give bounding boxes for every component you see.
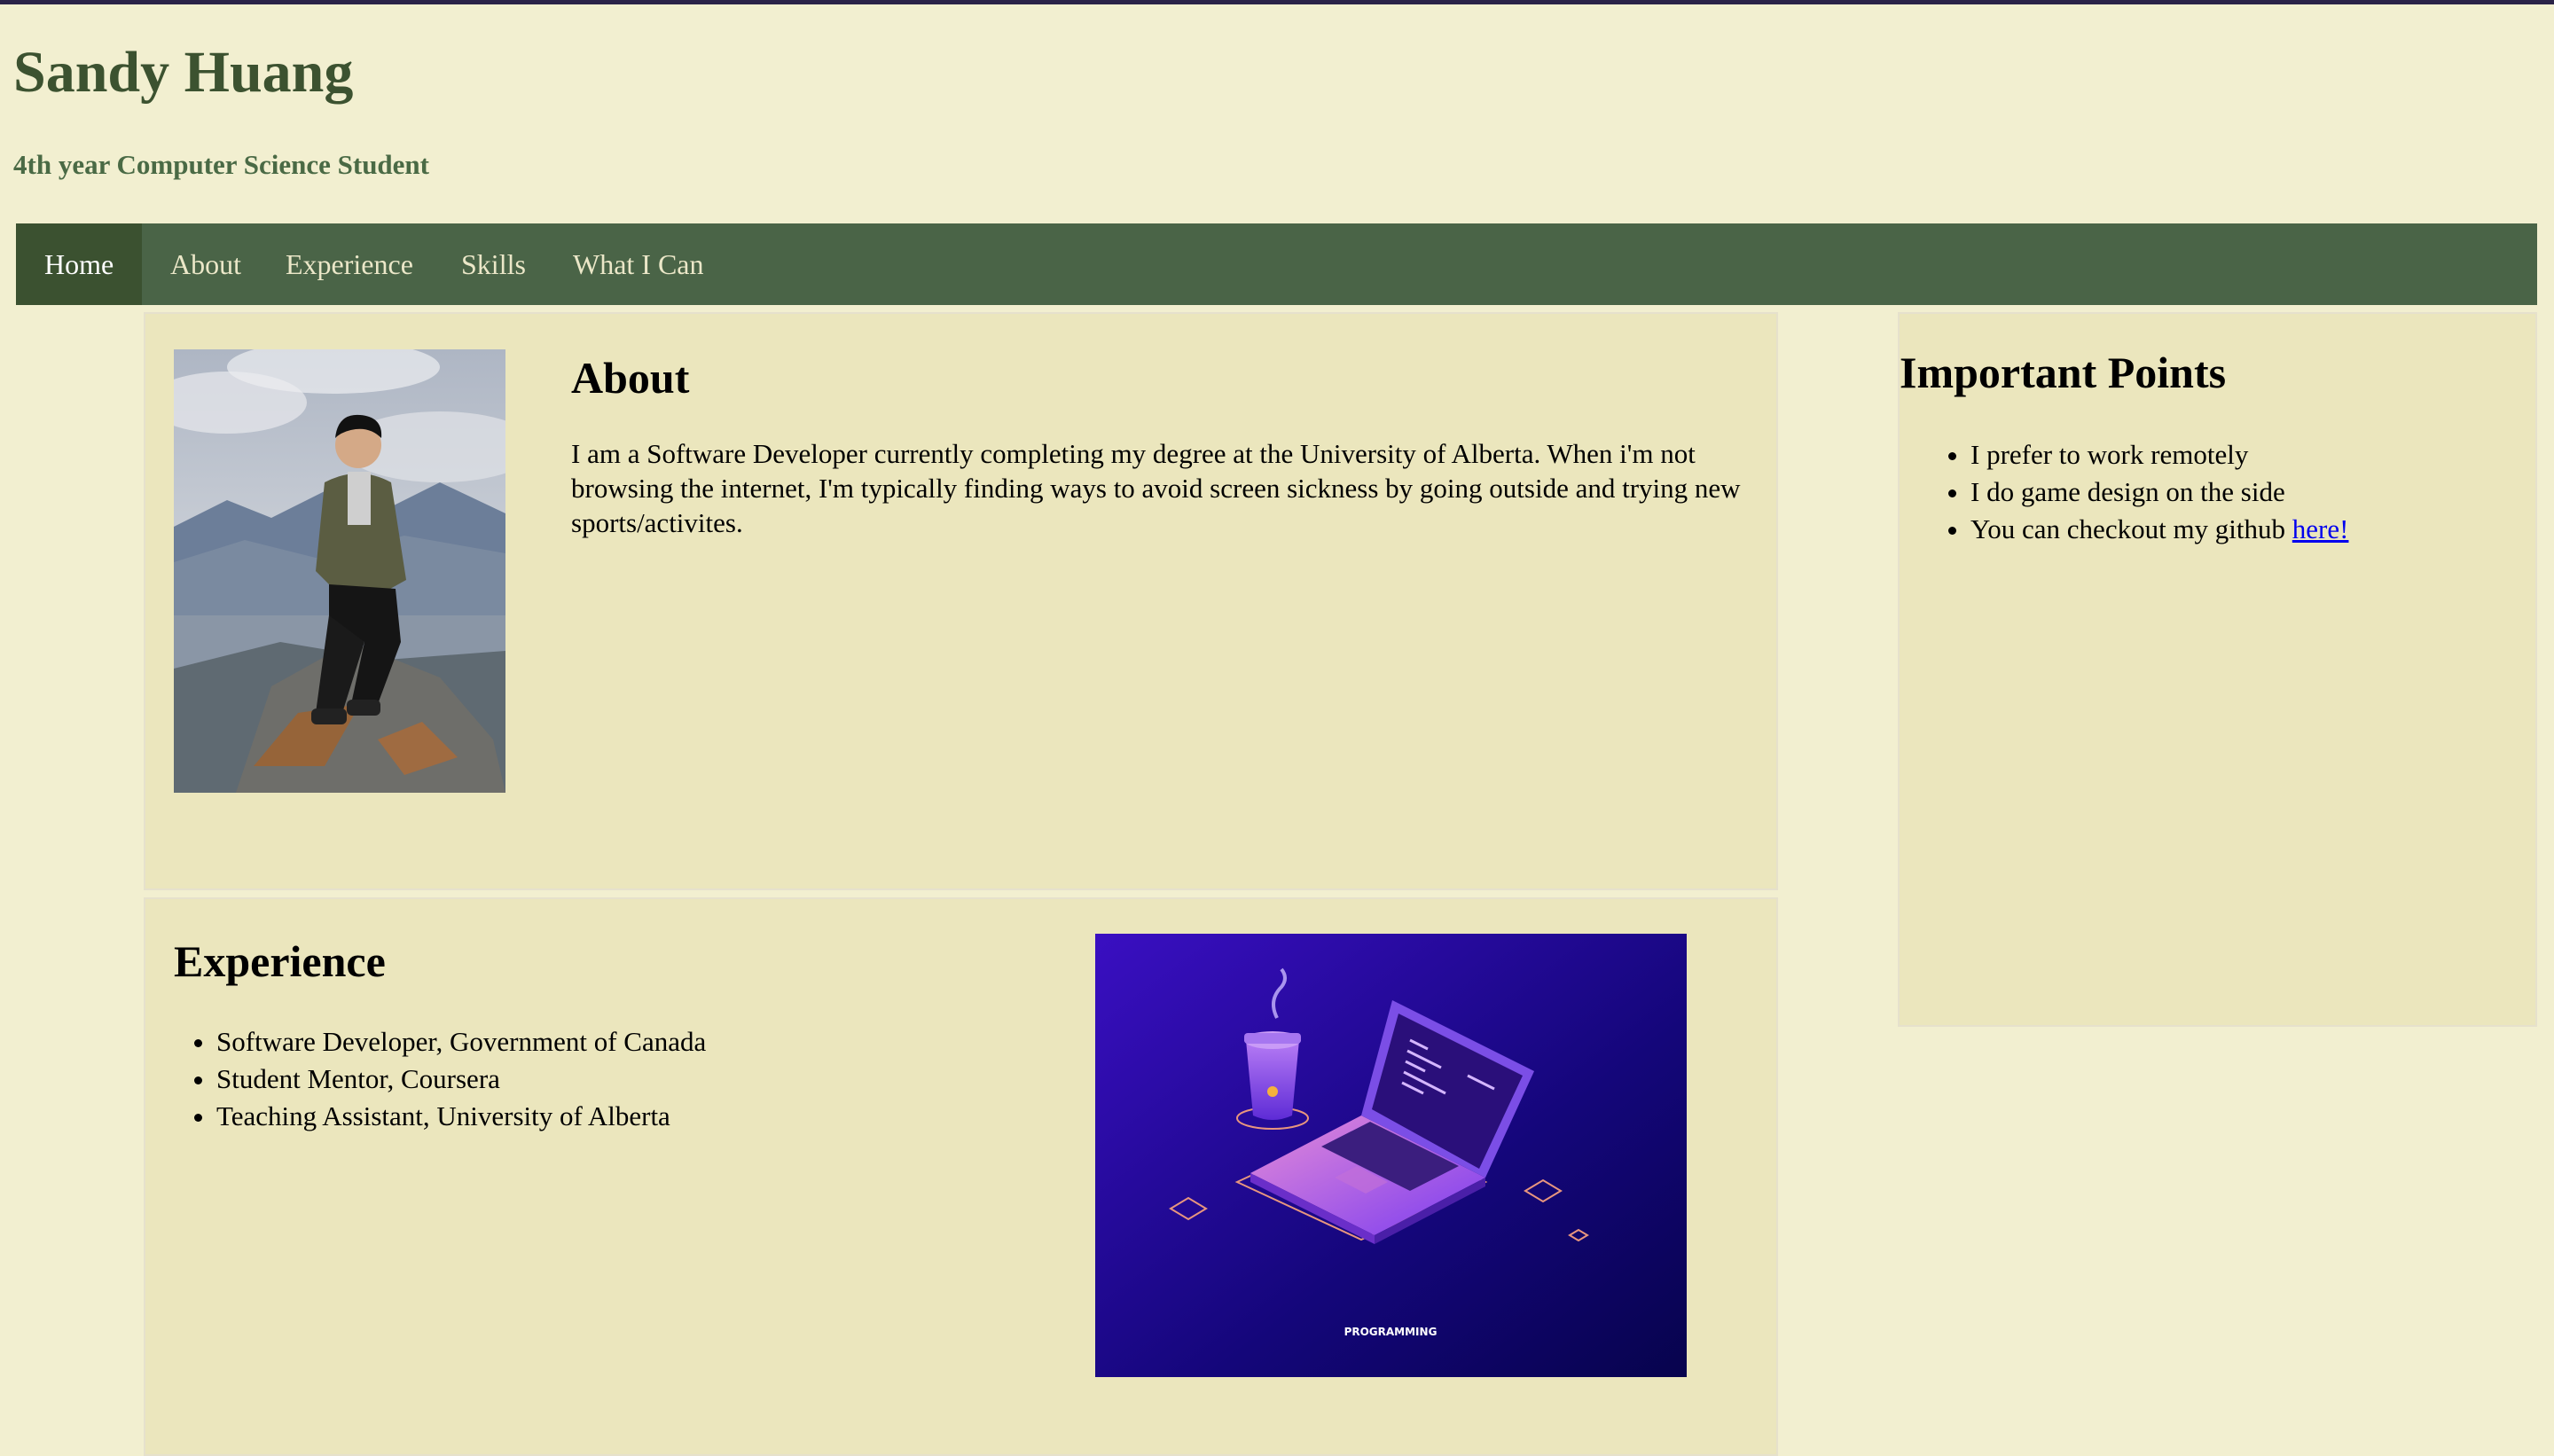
- profile-photo: [174, 349, 505, 793]
- list-item: I do game design on the side: [1970, 474, 2554, 511]
- site-subtitle: 4th year Computer Science Student: [13, 149, 429, 180]
- nav-skills[interactable]: Skills: [433, 223, 544, 305]
- image-caption: PROGRAMMING: [1344, 1326, 1438, 1338]
- github-link[interactable]: here!: [2292, 513, 2349, 544]
- nav-home[interactable]: Home: [16, 223, 142, 305]
- nav-experience[interactable]: Experience: [257, 223, 433, 305]
- site-title: Sandy Huang: [13, 40, 354, 105]
- important-list: I prefer to work remotely I do game desi…: [1900, 436, 2554, 548]
- experience-panel: Experience Software Developer, Governmen…: [144, 897, 1778, 1456]
- about-heading: About: [571, 353, 690, 403]
- laptop-coffee-illustration-icon: PROGRAMMING: [1095, 934, 1687, 1377]
- list-item: Student Mentor, Coursera: [216, 1061, 1103, 1098]
- list-item: I prefer to work remotely: [1970, 436, 2554, 474]
- experience-image: PROGRAMMING: [1095, 934, 1687, 1377]
- important-points-panel: Important Points I prefer to work remote…: [1898, 312, 2537, 1027]
- person-on-mountain-photo-icon: [174, 349, 505, 793]
- experience-heading: Experience: [174, 936, 386, 986]
- nav-about[interactable]: About: [142, 223, 257, 305]
- github-prefix: You can checkout my github: [1970, 513, 2292, 544]
- main-navbar: Home About Experience Skills What I Can …: [16, 223, 2537, 362]
- list-item: Software Developer, Government of Canada: [216, 1023, 1103, 1061]
- top-accent-bar: [0, 0, 2554, 4]
- list-item: You can checkout my github here!: [1970, 511, 2554, 548]
- about-text: I am a Software Developer currently comp…: [571, 438, 1741, 538]
- about-panel: About I am a Software Developer currentl…: [144, 312, 1778, 890]
- important-heading: Important Points: [1900, 348, 2227, 397]
- list-item: Teaching Assistant, University of Albert…: [216, 1098, 1103, 1135]
- experience-list: Software Developer, Government of Canada…: [145, 1023, 1103, 1135]
- nav-what-i-can-offer[interactable]: What I Can Offer: [544, 223, 782, 362]
